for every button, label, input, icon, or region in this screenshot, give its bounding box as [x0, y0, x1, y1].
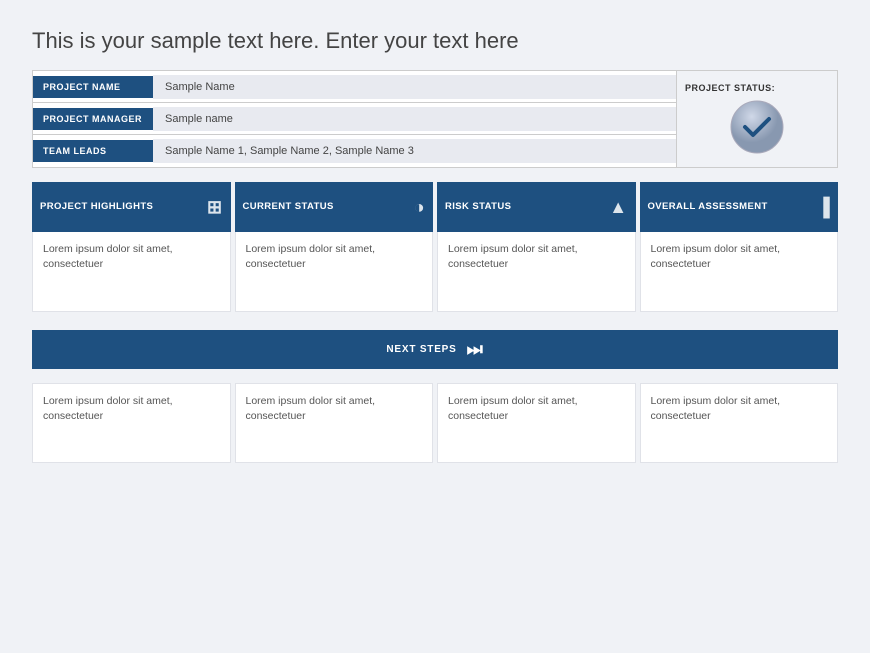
bottom-col-4: Lorem ipsum dolor sit amet, consectetuer	[640, 383, 839, 463]
bottom-columns: Lorem ipsum dolor sit amet, consectetuer…	[32, 383, 838, 463]
col-current-status: CURRENT STATUS ◑ Lorem ipsum dolor sit a…	[235, 182, 434, 312]
team-leads-value: Sample Name 1, Sample Name 2, Sample Nam…	[153, 139, 676, 163]
col-body-current-status: Lorem ipsum dolor sit amet, consectetuer	[235, 232, 434, 312]
top-columns: PROJECT HIGHLIGHTS ⊞ Lorem ipsum dolor s…	[32, 182, 838, 312]
warning-icon: ▲	[609, 197, 627, 218]
bar-chart-icon: ▐	[817, 197, 830, 218]
slide: This is your sample text here. Enter you…	[0, 0, 870, 653]
bottom-col-2: Lorem ipsum dolor sit amet, consectetuer	[235, 383, 434, 463]
next-steps-label: NEXT STEPS	[386, 344, 456, 355]
col-body-project-highlights: Lorem ipsum dolor sit amet, consectetuer	[32, 232, 231, 312]
col-header-text-risk-status: RISK STATUS	[445, 201, 511, 213]
col-header-overall-assessment: OVERALL ASSESSMENT ▐	[640, 182, 839, 232]
project-manager-row: PROJECT MANAGER Sample name	[33, 103, 676, 135]
status-badge	[729, 99, 785, 155]
presentation-icon: ⊞	[207, 197, 222, 218]
next-steps-banner: NEXT STEPS ⏭	[32, 330, 838, 369]
project-name-label: PROJECT NAME	[33, 76, 153, 98]
col-header-project-highlights: PROJECT HIGHLIGHTS ⊞	[32, 182, 231, 232]
project-manager-label: PROJECT MANAGER	[33, 108, 153, 130]
team-leads-row: TEAM LEADS Sample Name 1, Sample Name 2,…	[33, 135, 676, 167]
skip-forward-icon: ⏭	[467, 339, 484, 360]
info-right: PROJECT STATUS:	[677, 71, 837, 167]
project-manager-value: Sample name	[153, 107, 676, 131]
col-header-current-status: CURRENT STATUS ◑	[235, 182, 434, 232]
col-risk-status: RISK STATUS ▲ Lorem ipsum dolor sit amet…	[437, 182, 636, 312]
col-overall-assessment: OVERALL ASSESSMENT ▐ Lorem ipsum dolor s…	[640, 182, 839, 312]
info-table: PROJECT NAME Sample Name PROJECT MANAGER…	[32, 70, 838, 168]
page-title: This is your sample text here. Enter you…	[32, 28, 838, 54]
col-body-overall-assessment: Lorem ipsum dolor sit amet, consectetuer	[640, 232, 839, 312]
pie-chart-icon: ◑	[414, 197, 425, 218]
bottom-col-3: Lorem ipsum dolor sit amet, consectetuer	[437, 383, 636, 463]
col-project-highlights: PROJECT HIGHLIGHTS ⊞ Lorem ipsum dolor s…	[32, 182, 231, 312]
project-name-value: Sample Name	[153, 75, 676, 99]
project-name-row: PROJECT NAME Sample Name	[33, 71, 676, 103]
info-left: PROJECT NAME Sample Name PROJECT MANAGER…	[33, 71, 677, 167]
project-status-label: PROJECT STATUS:	[685, 83, 775, 93]
col-header-text-overall-assessment: OVERALL ASSESSMENT	[648, 201, 768, 213]
col-header-text-project-highlights: PROJECT HIGHLIGHTS	[40, 201, 153, 213]
col-header-text-current-status: CURRENT STATUS	[243, 201, 334, 213]
col-header-risk-status: RISK STATUS ▲	[437, 182, 636, 232]
bottom-col-1: Lorem ipsum dolor sit amet, consectetuer	[32, 383, 231, 463]
col-body-risk-status: Lorem ipsum dolor sit amet, consectetuer	[437, 232, 636, 312]
team-leads-label: TEAM LEADS	[33, 140, 153, 162]
